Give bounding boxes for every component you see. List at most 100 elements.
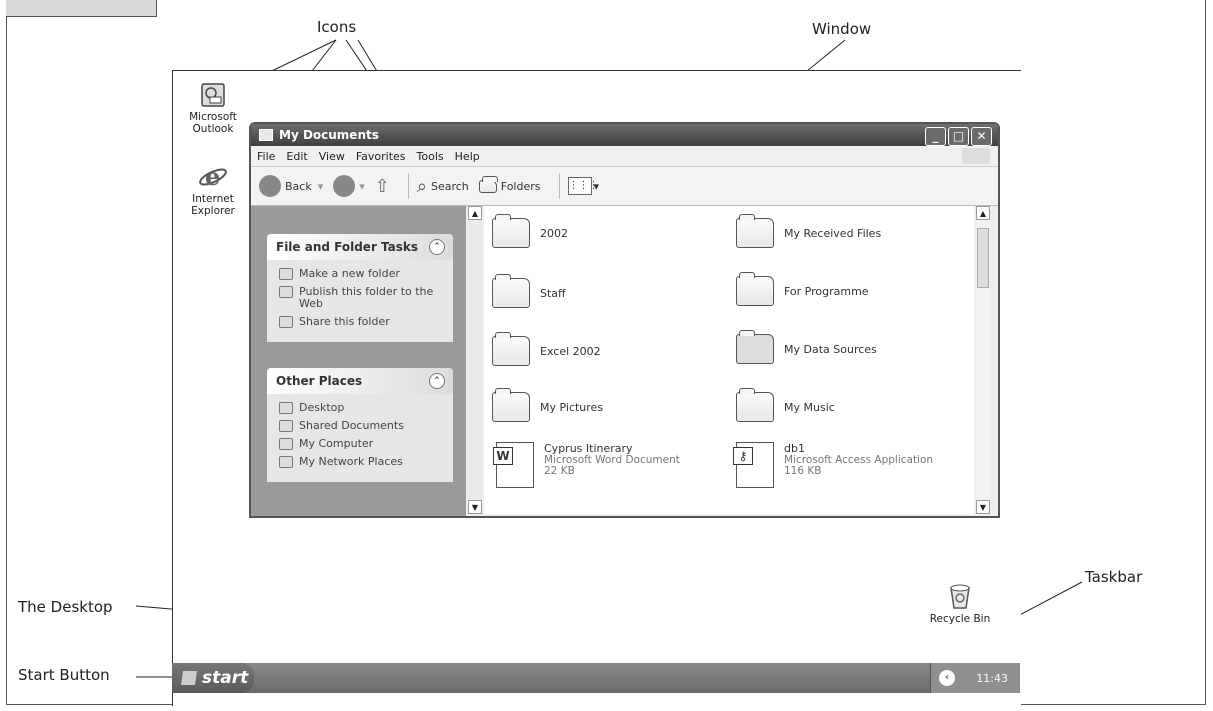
scroll-thumb[interactable] (977, 228, 989, 288)
close-button[interactable]: ✕ (971, 127, 992, 146)
content-scrollbar[interactable]: ▲ ▼ (976, 206, 990, 514)
list-item[interactable]: My Music (736, 388, 835, 422)
task-label: Share this folder (299, 315, 390, 328)
callout-desktop: The Desktop (18, 598, 113, 616)
search-icon: ⌕ (416, 175, 427, 197)
folders-label: Folders (500, 179, 541, 193)
desktop-icon-internet-explorer[interactable]: e Internet Explorer (178, 162, 248, 217)
place-label: My Computer (299, 437, 374, 450)
shared-documents-icon (279, 420, 293, 432)
clock[interactable]: 11:43 (976, 672, 1008, 685)
task-label: Make a new folder (299, 267, 400, 280)
folder-icon (492, 274, 530, 308)
place-shared-documents[interactable]: Shared Documents (279, 420, 447, 432)
views-button[interactable]: ⋮⋮⋮ ▾ (567, 177, 599, 195)
task-share-folder[interactable]: Share this folder (279, 316, 447, 328)
item-name: My Music (784, 400, 835, 414)
other-places-panel: Other Places ⌃ Desktop Shared Documents … (267, 368, 453, 482)
item-name: For Programme (784, 284, 869, 298)
toolbar-separator (407, 173, 409, 199)
collapse-chevron-icon[interactable]: ⌃ (429, 239, 445, 255)
list-item[interactable]: Excel 2002 (492, 332, 601, 366)
toolbar: Back ▾ ▾ ⇧ ⌕ Search Folders ⋮⋮⋮ ▾ (251, 167, 998, 206)
list-item[interactable]: 2002 (492, 214, 568, 248)
outlook-icon (201, 83, 225, 107)
item-name: My Received Files (784, 226, 882, 240)
desktop-icon-recycle-bin[interactable]: Recycle Bin (925, 582, 995, 625)
item-name: Staff (540, 286, 566, 300)
my-documents-window[interactable]: My Documents _ □ ✕ File Edit View Favori… (249, 122, 1000, 518)
folder-icon (259, 129, 273, 141)
menu-edit[interactable]: Edit (286, 150, 307, 163)
back-button[interactable]: Back ▾ (259, 175, 323, 197)
collapse-chevron-icon[interactable]: ⌃ (429, 373, 445, 389)
folder-icon (736, 272, 774, 306)
windows-logo-icon (962, 148, 990, 164)
list-item[interactable]: My Received Files (736, 214, 882, 248)
list-item[interactable]: For Programme (736, 272, 869, 306)
up-folder-button[interactable]: ⇧ (375, 176, 390, 197)
callout-taskbar: Taskbar (1085, 568, 1143, 586)
callout-icons: Icons (317, 18, 357, 36)
folder-icon (736, 214, 774, 248)
folder-icon (492, 332, 530, 366)
item-name: My Pictures (540, 400, 604, 414)
toolbar-separator (558, 173, 560, 199)
list-item[interactable]: My Data Sources (736, 330, 877, 364)
forward-button[interactable]: ▾ (333, 175, 365, 197)
search-button[interactable]: ⌕ Search (417, 176, 469, 197)
item-size: 116 KB (784, 465, 822, 477)
taskbar: start ‹ 11:43 (172, 663, 1020, 693)
file-folder-tasks-panel: File and Folder Tasks ⌃ Make a new folde… (267, 234, 453, 342)
back-arrow-icon (259, 175, 281, 197)
task-label: Publish this folder to the Web (299, 285, 434, 310)
data-sources-folder-icon (736, 330, 774, 364)
task-pane-scrollbar[interactable]: ▲ ▼ (468, 206, 482, 514)
list-item[interactable]: W Cyprus Itinerary Microsoft Word Docume… (493, 442, 680, 488)
window-title: My Documents (279, 128, 379, 142)
menu-favorites[interactable]: Favorites (356, 150, 406, 163)
list-item[interactable]: My Pictures (492, 388, 604, 422)
scroll-down-arrow-icon[interactable]: ▼ (976, 500, 990, 514)
folders-button[interactable]: Folders (478, 175, 541, 193)
scroll-up-arrow-icon[interactable]: ▲ (468, 206, 482, 220)
folders-icon (478, 175, 498, 193)
desktop-icon-label: Internet Explorer (191, 193, 235, 217)
task-publish-folder[interactable]: Publish this folder to the Web (279, 286, 447, 310)
desktop-icon-outlook[interactable]: Microsoft Outlook (178, 82, 248, 135)
desktop-icon-label: Recycle Bin (929, 613, 991, 625)
window-titlebar[interactable]: My Documents _ □ ✕ (251, 124, 998, 146)
menu-bar: File Edit View Favorites Tools Help (251, 146, 998, 167)
task-make-new-folder[interactable]: Make a new folder (279, 268, 447, 280)
search-label: Search (430, 179, 469, 193)
back-label: Back (285, 179, 312, 193)
show-hidden-icons-chevron-icon[interactable]: ‹ (939, 670, 955, 686)
menu-tools[interactable]: Tools (417, 150, 444, 163)
network-places-icon (279, 456, 293, 468)
place-my-computer[interactable]: My Computer (279, 438, 447, 450)
internet-explorer-icon: e (199, 162, 227, 190)
callout-start-button: Start Button (18, 666, 110, 684)
start-label: start (202, 668, 249, 688)
start-button[interactable]: start (172, 663, 254, 693)
place-my-network-places[interactable]: My Network Places (279, 456, 447, 468)
scroll-up-arrow-icon[interactable]: ▲ (976, 206, 990, 220)
scroll-down-arrow-icon[interactable]: ▼ (468, 500, 482, 514)
panel-title: File and Folder Tasks (276, 240, 419, 254)
maximize-button[interactable]: □ (948, 127, 969, 146)
forward-arrow-icon (333, 175, 356, 197)
system-tray: ‹ 11:43 (930, 663, 1020, 693)
recycle-bin-icon (950, 584, 970, 609)
list-item[interactable]: Staff (492, 274, 566, 308)
up-folder-icon: ⇧ (374, 175, 390, 197)
menu-help[interactable]: Help (455, 150, 480, 163)
music-folder-icon (736, 388, 774, 422)
minimize-button[interactable]: _ (925, 127, 946, 146)
views-icon: ⋮⋮⋮ (567, 177, 599, 195)
place-desktop[interactable]: Desktop (279, 402, 447, 414)
folder-icon (492, 214, 530, 248)
dropdown-arrow-icon: ▾ (317, 179, 324, 193)
menu-view[interactable]: View (319, 150, 345, 163)
list-item[interactable]: ⚷ db1 Microsoft Access Application 116 K… (733, 442, 933, 488)
menu-file[interactable]: File (257, 150, 275, 163)
